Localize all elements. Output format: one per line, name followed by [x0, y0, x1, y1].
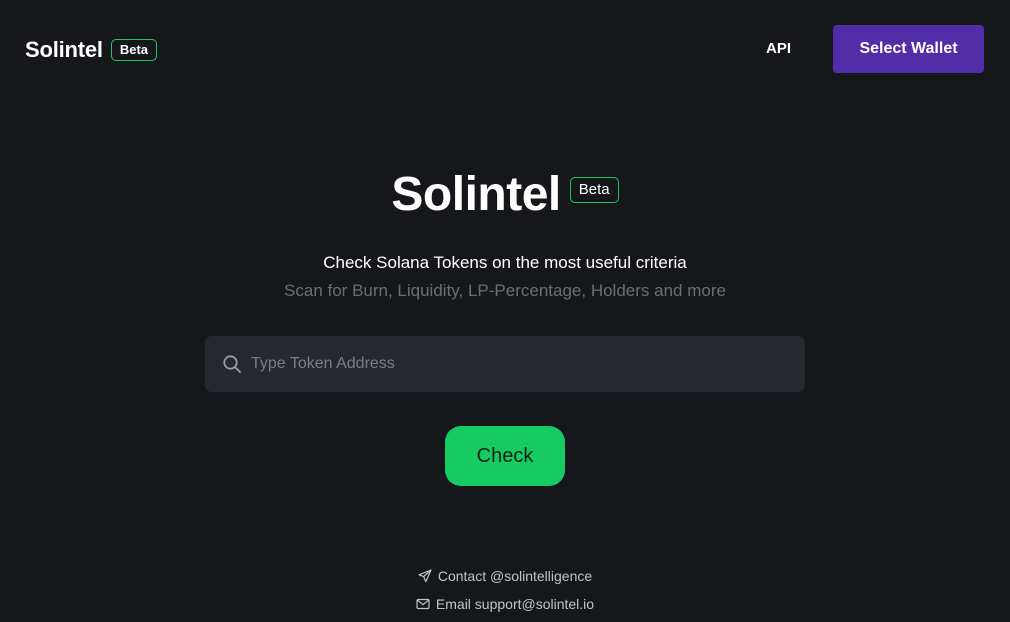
contact-link[interactable]: Contact @solintelligence: [438, 567, 592, 585]
select-wallet-button[interactable]: Select Wallet: [833, 25, 984, 73]
hero-title: Solintel: [391, 168, 561, 221]
hero-beta-badge: Beta: [569, 177, 619, 203]
brand-name: Solintel: [25, 37, 103, 62]
tagline: Check Solana Tokens on the most useful c…: [323, 253, 687, 272]
email-link[interactable]: Email support@solintel.io: [436, 595, 594, 613]
send-icon: [418, 569, 432, 583]
footer-email: Email support@solintel.io: [0, 595, 1010, 613]
check-button[interactable]: Check: [445, 426, 565, 486]
hero-title-row: Solintel Beta: [0, 166, 1010, 224]
search-icon: [223, 355, 241, 373]
subtagline: Scan for Burn, Liquidity, LP-Percentage,…: [284, 281, 726, 300]
token-search-box[interactable]: [205, 336, 805, 392]
brand-logo[interactable]: Solintel Beta: [25, 36, 158, 64]
token-address-input[interactable]: [251, 336, 791, 392]
footer-contact: Contact @solintelligence: [0, 567, 1010, 585]
beta-badge: Beta: [110, 39, 158, 61]
api-link[interactable]: API: [766, 38, 791, 60]
mail-icon: [416, 598, 430, 610]
top-navbar: Solintel Beta API Select Wallet: [0, 0, 1010, 96]
